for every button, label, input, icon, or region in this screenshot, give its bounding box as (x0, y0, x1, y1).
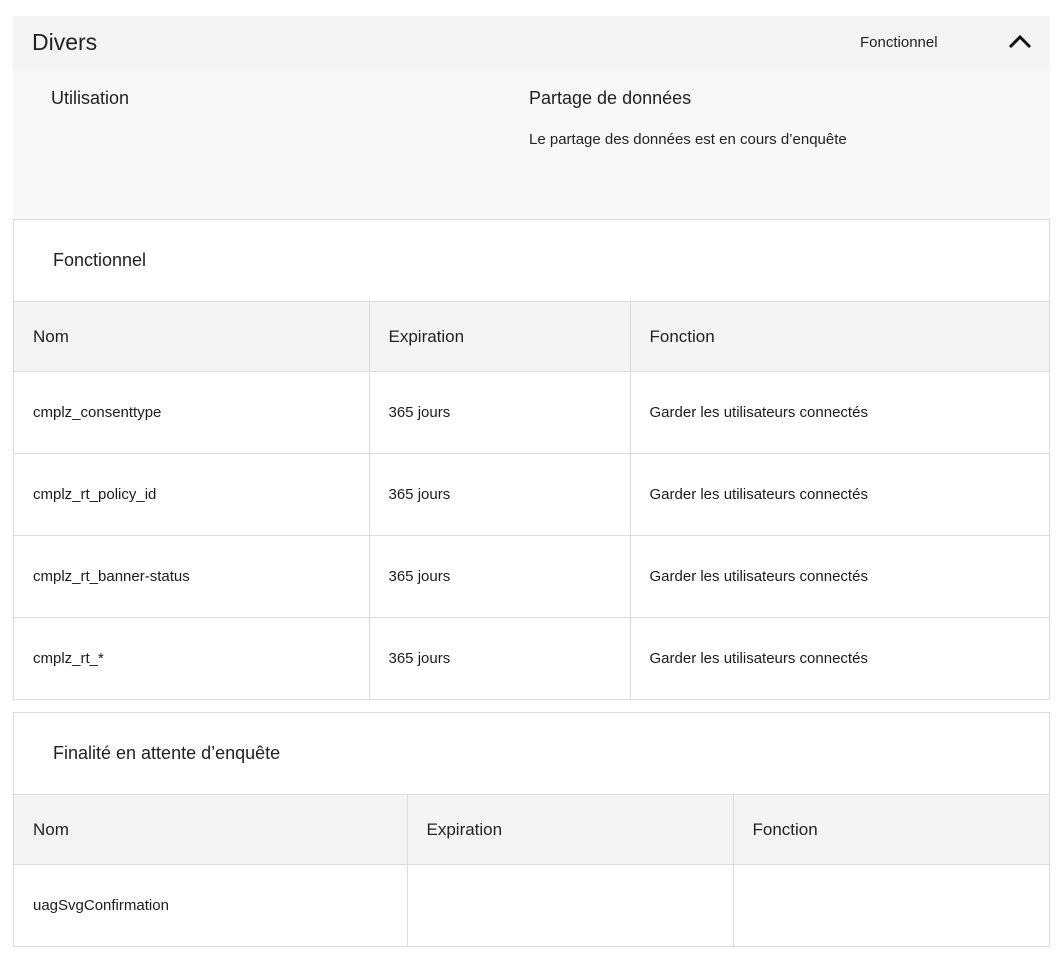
chevron-up-icon[interactable] (1006, 28, 1034, 56)
pending-card: Finalité en attente d’enquête Nom Expira… (13, 712, 1050, 947)
functional-title: Fonctionnel (14, 220, 1049, 302)
cookie-name: cmplz_rt_banner-status (14, 535, 370, 618)
column-header-function: Fonction (630, 302, 1049, 372)
sharing-title: Partage de données (529, 88, 692, 108)
sharing-text: Le partage des données est en cours d’en… (529, 131, 847, 148)
usage-title: Utilisation (51, 88, 130, 108)
cookie-expiration: 365 jours (369, 371, 631, 454)
divers-panel: Divers Fonctionnel Utilisation Partage d… (13, 16, 1050, 219)
pending-title: Finalité en attente d’enquête (14, 713, 1049, 795)
table-header-row: Nom Expiration Fonction (14, 795, 1049, 865)
table-row: cmplz_consenttype 365 jours Garder les u… (14, 371, 1049, 454)
panel-status: Fonctionnel (860, 34, 938, 51)
cookie-expiration: 365 jours (369, 535, 631, 618)
panel-header[interactable]: Divers Fonctionnel (13, 16, 1050, 70)
info-section: Utilisation Partage de données Le partag… (13, 70, 1050, 219)
pending-table: Nom Expiration Fonction uagSvgConfirmati… (14, 795, 1049, 946)
functional-table: Nom Expiration Fonction cmplz_consenttyp… (14, 302, 1049, 699)
panel-title: Divers (32, 29, 98, 55)
table-header-row: Nom Expiration Fonction (14, 302, 1049, 372)
table-row: cmplz_rt_banner-status 365 jours Garder … (14, 535, 1049, 618)
cookie-function: Garder les utilisateurs connectés (630, 453, 1049, 536)
cookie-expiration: 365 jours (369, 453, 631, 536)
cookie-name: cmplz_rt_* (14, 617, 370, 699)
column-header-name: Nom (14, 302, 370, 372)
cookie-function: Garder les utilisateurs connectés (630, 371, 1049, 454)
functional-card: Fonctionnel Nom Expiration Fonction cmpl… (13, 219, 1050, 700)
cookie-function: Garder les utilisateurs connectés (649, 650, 868, 667)
cookie-expiration (407, 864, 734, 946)
cookie-expiration: 365 jours (369, 617, 631, 699)
cookie-name: uagSvgConfirmation (14, 864, 408, 946)
cookie-function: Garder les utilisateurs connectés (630, 535, 1049, 618)
cookie-name: cmplz_consenttype (14, 371, 370, 454)
column-header-function: Fonction (733, 795, 1049, 865)
table-row: cmplz_rt_policy_id 365 jours Garder les … (14, 453, 1049, 536)
cookie-name: cmplz_rt_policy_id (14, 453, 370, 536)
table-row: uagSvgConfirmation (14, 864, 1049, 947)
column-header-expiration: Expiration (369, 302, 631, 372)
column-header-expiration: Expiration (407, 795, 734, 865)
cookie-function (733, 865, 1049, 947)
table-row: cmplz_rt_* 365 jours Garder les utilisat… (14, 617, 1049, 699)
column-header-name: Nom (14, 795, 408, 865)
